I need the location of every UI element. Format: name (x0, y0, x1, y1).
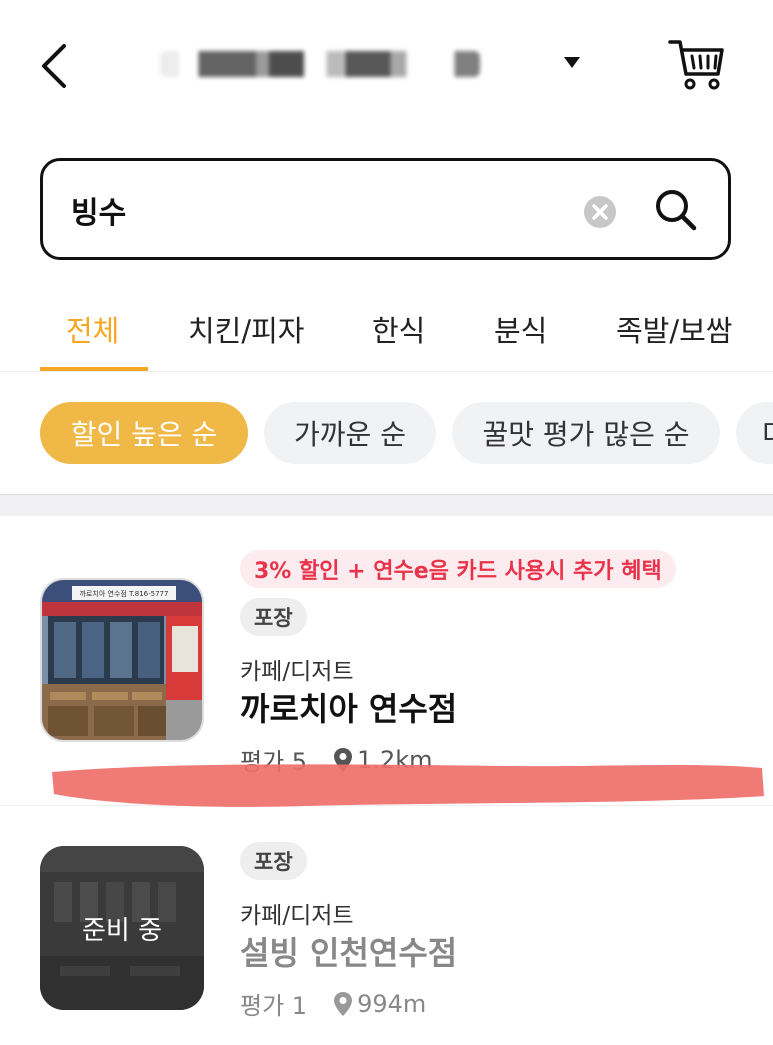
caret-down-icon (564, 57, 580, 68)
store-search-screen: 전체 치킨/피자 한식 분식 족발/보쌈 할인 높은 순 가까운 순 꿀맛 평가… (0, 0, 773, 1045)
location-title (160, 51, 480, 77)
store-meta: 평가 1 994m (240, 986, 426, 1021)
tab-jokbal-bossam[interactable]: 족발/보쌈 (616, 308, 733, 348)
store-thumbnail: 준비 중 (40, 846, 204, 1010)
store-rating: 평가 1 (240, 992, 308, 1020)
storefront-image: 까로치아 연수점 T.816-5777 (42, 580, 202, 740)
sort-more-chip[interactable]: 더 (736, 402, 773, 464)
location-selector[interactable] (160, 42, 580, 86)
takeout-tag: 포장 (240, 842, 307, 880)
chevron-left-icon (42, 44, 66, 88)
preparing-status: 준비 중 (81, 915, 163, 946)
section-divider (0, 494, 773, 516)
search-box (40, 158, 731, 260)
store-card[interactable]: 준비 중 포장 카페/디저트 설빙 인천연수점 평가 1 994m (0, 806, 773, 1045)
promo-badge: 3% 할인 + 연수e음 카드 사용시 추가 혜택 (240, 550, 676, 588)
tab-korean[interactable]: 한식 (372, 308, 425, 348)
store-category: 카페/디저트 (240, 903, 354, 929)
store-distance: 994m (357, 989, 427, 1018)
redaction-stroke (52, 764, 764, 807)
sort-chips: 할인 높은 순 가까운 순 꿀맛 평가 많은 순 더 (0, 402, 773, 466)
cart-icon (668, 40, 724, 90)
takeout-tag: 포장 (240, 598, 307, 636)
clear-search-button[interactable] (583, 195, 617, 229)
cart-button[interactable] (666, 36, 728, 94)
store-card[interactable]: 까로치아 연수점 T.816-5777 3% 할인 + 연수e음 카드 사용시 (0, 516, 773, 807)
store-thumbnail: 까로치아 연수점 T.816-5777 (40, 578, 204, 742)
search-button[interactable] (653, 187, 699, 233)
active-tab-indicator (40, 367, 148, 371)
store-category: 카페/디저트 (240, 659, 354, 685)
sort-discount-chip[interactable]: 할인 높은 순 (40, 402, 248, 464)
clear-icon (584, 196, 616, 228)
location-pin-icon (334, 991, 353, 1016)
tab-chicken-pizza[interactable]: 치킨/피자 (188, 308, 305, 348)
sort-most-reviews-chip[interactable]: 꿀맛 평가 많은 순 (452, 402, 720, 464)
top-bar (0, 0, 773, 130)
search-icon (656, 190, 697, 231)
tab-snack[interactable]: 분식 (494, 308, 547, 348)
store-name: 까로치아 연수점 (240, 690, 458, 728)
back-button[interactable] (36, 40, 76, 92)
store-name: 설빙 인천연수점 (240, 934, 458, 972)
tab-all[interactable]: 전체 (66, 308, 119, 348)
sort-nearest-chip[interactable]: 가까운 순 (264, 402, 436, 464)
search-input[interactable] (71, 185, 571, 235)
category-tabs: 전체 치킨/피자 한식 분식 족발/보쌈 (0, 296, 773, 372)
shop-sign-text: 까로치아 연수점 T.816-5777 (80, 589, 169, 598)
